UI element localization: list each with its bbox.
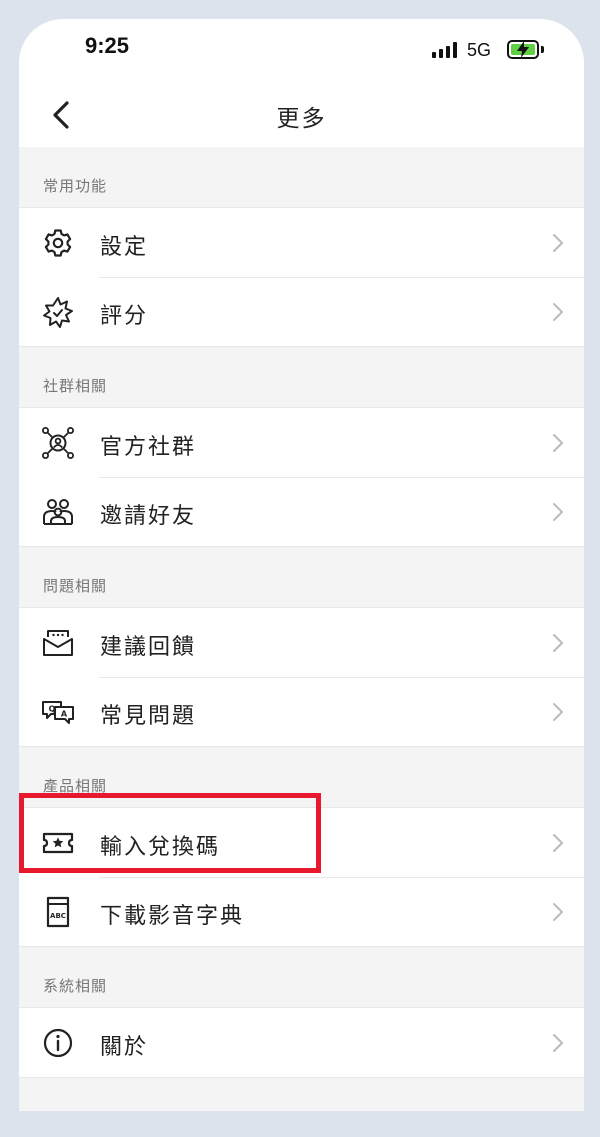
menu-item-label: 建議回饋 (100, 635, 197, 660)
section-header-products: 產品相關 (19, 747, 584, 807)
battery-cap (541, 46, 544, 53)
section-title: 系統相關 (43, 977, 108, 995)
section-header-community: 社群相關 (19, 347, 584, 407)
menu-item-settings[interactable]: 設定 (19, 208, 584, 277)
ticket-star-icon (42, 832, 74, 854)
friends-group-icon (43, 499, 73, 525)
info-icon (43, 1028, 73, 1058)
feedback-message-icon (43, 630, 73, 656)
chevron-right-icon (553, 503, 563, 521)
menu-item-label: 下載影音字典 (100, 904, 245, 929)
settings-list: 常用功能 設定 評分 社群相關 官方社群 邀請好友 問題相關 建議回饋 Q A … (19, 147, 584, 1078)
section-header-system: 系統相關 (19, 947, 584, 1007)
chevron-right-icon (553, 234, 563, 252)
chevron-right-icon (553, 903, 563, 921)
chevron-right-icon (553, 834, 563, 852)
section-header-questions: 問題相關 (19, 547, 584, 607)
menu-item-label: 評分 (100, 304, 149, 329)
menu-item-download-dictionary[interactable]: ABC 下載影音字典 (19, 877, 584, 946)
page-title: 更多 (276, 106, 327, 132)
faq-chat-icon: Q A (42, 701, 74, 724)
phone-frame: 9:25 5G 更多 常用功能 設定 評分 社群相關 官方社群 邀請好友 問題相… (0, 0, 600, 1137)
chevron-right-icon (553, 703, 563, 721)
svg-text:A: A (61, 710, 68, 719)
status-time: 9:25 (85, 33, 130, 58)
svg-text:ABC: ABC (50, 912, 66, 920)
chevron-right-icon (553, 434, 563, 452)
menu-item-official-community[interactable]: 官方社群 (19, 408, 584, 477)
chevron-right-icon (553, 1034, 563, 1052)
menu-group-community: 官方社群 邀請好友 (19, 407, 584, 547)
screen: 9:25 5G 更多 常用功能 設定 評分 社群相關 官方社群 邀請好友 問題相… (19, 19, 584, 1111)
menu-item-label: 邀請好友 (100, 504, 197, 529)
gear-icon (44, 229, 72, 257)
menu-item-redeem-code[interactable]: 輸入兌換碼 (19, 808, 584, 877)
section-header-common: 常用功能 (19, 147, 584, 207)
network-label: 5G (467, 40, 492, 60)
menu-item-label: 常見問題 (100, 704, 197, 729)
menu-item-label: 設定 (100, 235, 149, 260)
menu-group-questions: 建議回饋 Q A 常見問題 (19, 607, 584, 747)
chevron-right-icon (553, 634, 563, 652)
section-title: 產品相關 (43, 777, 108, 795)
status-bar: 9:25 5G (19, 19, 584, 81)
battery-icon (507, 40, 539, 59)
menu-item-feedback[interactable]: 建議回饋 (19, 608, 584, 677)
chevron-right-icon (553, 303, 563, 321)
section-title: 問題相關 (43, 577, 108, 595)
menu-item-rating[interactable]: 評分 (19, 277, 584, 346)
section-title: 社群相關 (43, 377, 108, 395)
menu-item-label: 關於 (100, 1035, 149, 1060)
abc-book-icon: ABC (46, 896, 70, 928)
community-network-icon (42, 427, 74, 459)
nav-bar: 更多 (19, 81, 584, 147)
menu-item-faq[interactable]: Q A 常見問題 (19, 677, 584, 746)
menu-item-invite-friends[interactable]: 邀請好友 (19, 477, 584, 546)
menu-group-system: 關於 (19, 1007, 584, 1078)
menu-item-label: 輸入兌換碼 (100, 835, 221, 860)
star-burst-icon (43, 297, 73, 328)
menu-group-common: 設定 評分 (19, 207, 584, 347)
menu-item-about[interactable]: 關於 (19, 1008, 584, 1077)
menu-item-label: 官方社群 (100, 435, 197, 460)
menu-group-products: 輸入兌換碼 ABC 下載影音字典 (19, 807, 584, 947)
section-title: 常用功能 (43, 177, 108, 195)
signal-icon (432, 42, 460, 58)
